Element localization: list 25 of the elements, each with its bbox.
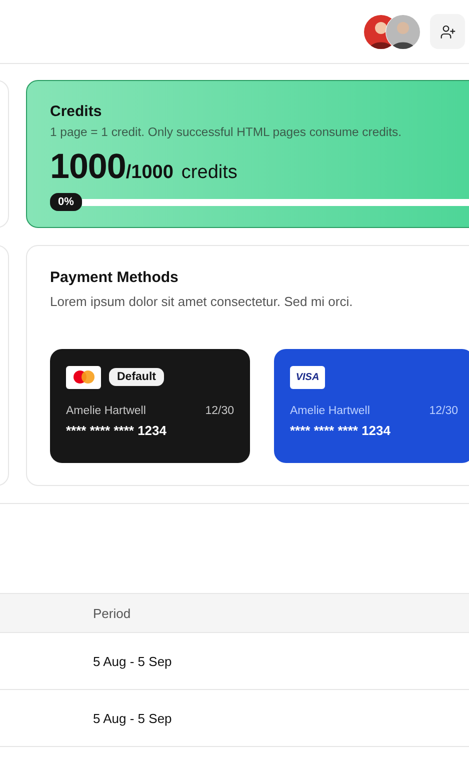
card-title: Payment Methods [50,269,180,286]
add-user-button[interactable] [430,14,465,49]
credits-used: 1000 [50,147,126,187]
card-expiry: 12/30 [429,405,458,417]
card-title: Credits [50,103,103,120]
payment-card[interactable]: Default Amelie Hartwell 12/30 **** **** **** 1234 [50,349,250,463]
card-number: **** **** **** 1234 [66,423,168,438]
card-holder: Amelie Hartwell [290,405,370,417]
progress-label: 0% [50,193,82,211]
avatar-group-drawing[interactable] [364,14,420,48]
column-header: Period [93,606,131,620]
add-user-icon [440,24,456,40]
visa-logo: VISA [290,366,325,388]
table-cell: 5 Aug - 5 Sep [93,710,172,726]
card-description: 1 page = 1 credit. Only successful HTML pages consume credits. [50,125,402,139]
card-description: Lorem ipsum dolor sit amet consectetur. Sed mi orci. [50,294,354,309]
mastercard-logo [66,366,101,388]
card-expiry: 12/30 [205,405,234,417]
payment-card[interactable]: VISA Amelie Hartwell 12/30 **** **** **** 1234 [274,349,469,463]
card-number: **** **** **** 1234 [290,423,392,438]
card-holder: Amelie Hartwell [66,405,146,417]
default-badge: Default [109,368,164,386]
credits-unit: credits [181,162,238,184]
credits-total: /1000 [126,162,174,184]
table-cell: 5 Aug - 5 Sep [93,654,172,668]
